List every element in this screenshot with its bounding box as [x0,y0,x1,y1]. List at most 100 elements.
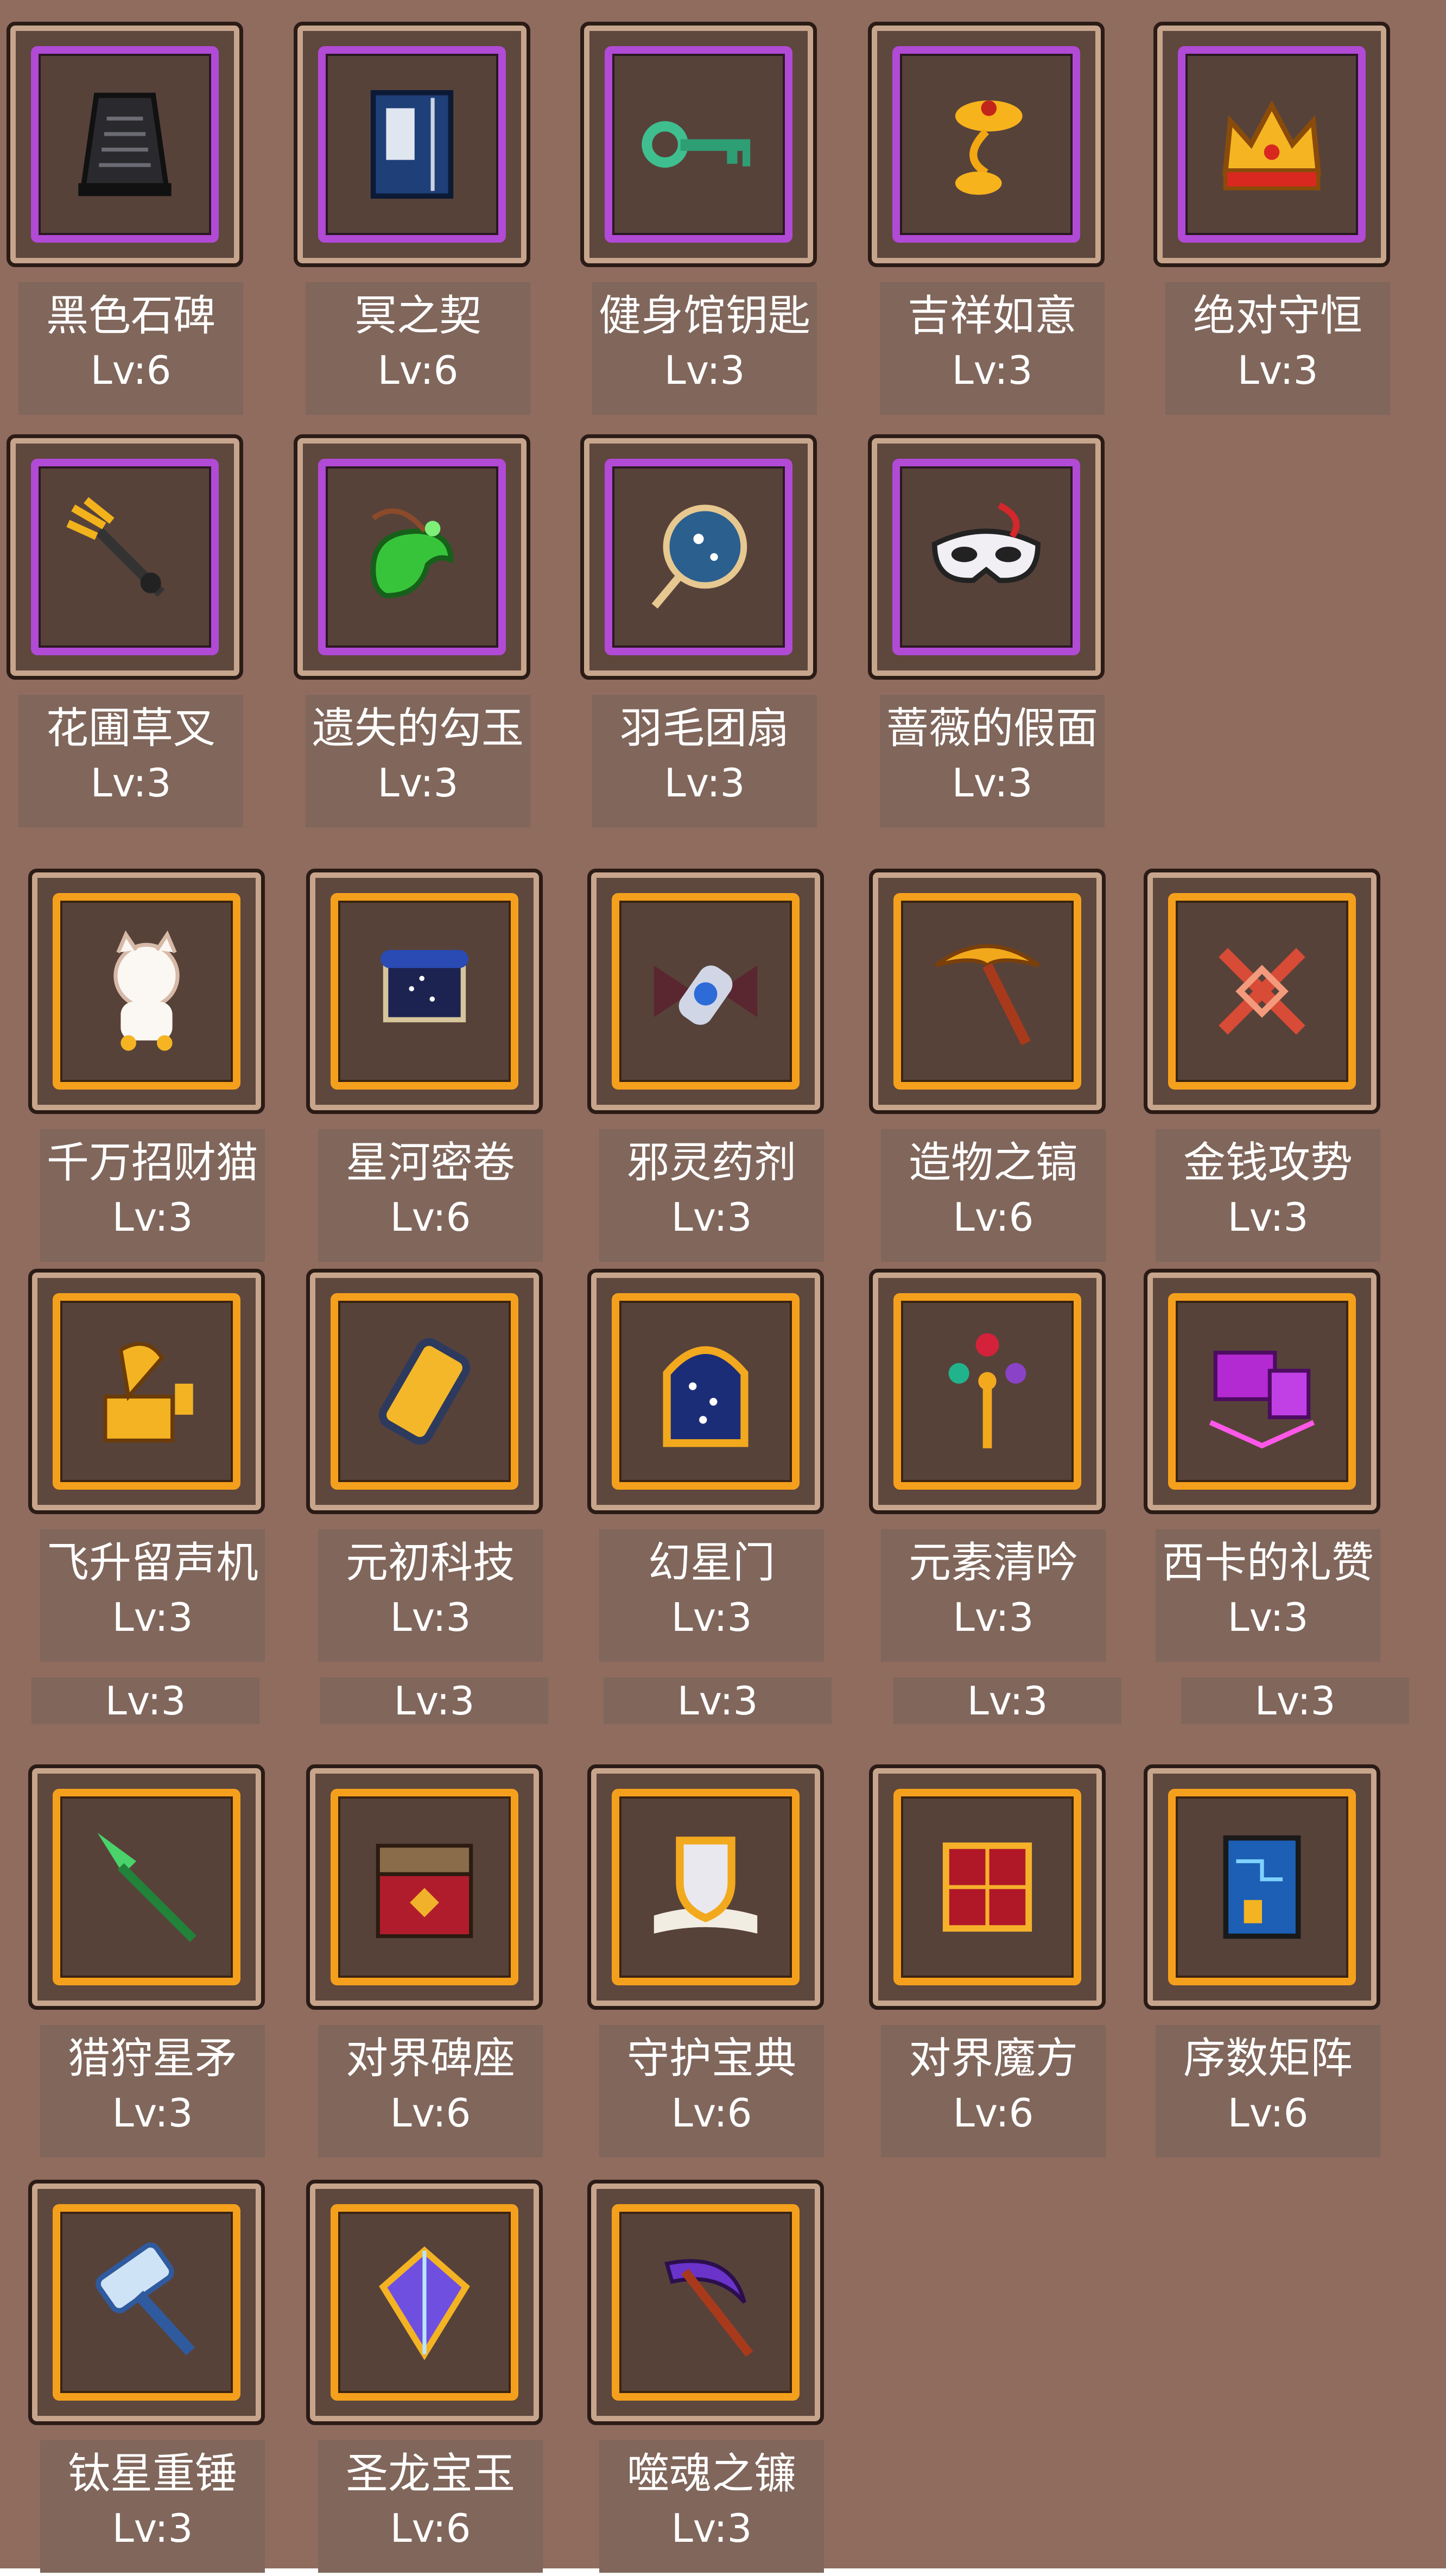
item-slot[interactable]: 千万招财猫 Lv:3 [28,869,265,1265]
item-slot[interactable]: 对界魔方 Lv:6 [869,1764,1106,2161]
item-slot[interactable]: 元初科技 Lv:3 [306,1269,543,1665]
item-frame[interactable] [28,1764,265,2010]
item-frame[interactable] [28,869,265,1114]
item-level: Lv:3 [1227,1194,1309,1240]
item-label: 圣龙宝玉 Lv:6 [318,2440,543,2573]
item-frame[interactable] [7,22,243,267]
lucky-cat-icon [82,922,211,1060]
item-slot[interactable]: 蔷薇的假面 Lv:3 [868,434,1105,831]
item-slot[interactable]: 吉祥如意 Lv:3 [868,22,1105,418]
item-frame[interactable] [306,1764,543,2010]
item-slot[interactable]: 序数矩阵 Lv:6 [1144,1764,1380,2161]
item-frame[interactable] [869,869,1106,1114]
item-frame[interactable] [868,434,1105,680]
item-frame[interactable] [1144,1269,1380,1514]
item-frame[interactable] [294,22,530,267]
item-slot[interactable]: 星河密卷 Lv:6 [306,869,543,1265]
circuit-card-icon [1197,1818,1327,1956]
item-frame-inner [612,1789,800,1985]
item-name: 元初科技 [345,1539,515,1587]
item-slot[interactable]: 冥之契 Lv:6 [294,22,530,418]
item-label: 健身馆钥匙 Lv:3 [592,282,817,415]
item-label: 千万招财猫 Lv:3 [40,1129,265,1262]
item-frame-inner [605,46,792,243]
item-frame[interactable] [580,434,817,680]
item-level: Lv:3 [90,760,172,806]
item-name: 金钱攻势 [1183,1138,1353,1187]
item-slot[interactable]: 黑色石碑 Lv:6 [7,22,243,418]
item-label: 元初科技 Lv:3 [318,1529,543,1662]
item-slot[interactable]: 钛星重锤 Lv:3 [28,2180,265,2576]
item-frame-inner [31,459,219,655]
item-frame[interactable] [294,434,530,680]
extra-level-1: Lv:3 [31,1678,259,1724]
item-frame[interactable] [869,1764,1106,2010]
item-level: Lv:6 [390,2505,471,2551]
item-slot[interactable]: 遗失的勾玉 Lv:3 [294,434,530,831]
item-label: 金钱攻势 Lv:3 [1156,1129,1380,1262]
item-slot[interactable]: 飞升留声机 Lv:3 [28,1269,265,1665]
knot-icon [1197,922,1327,1060]
item-frame[interactable] [587,1269,824,1514]
item-label: 冥之契 Lv:6 [306,282,530,415]
item-name: 圣龙宝玉 [345,2450,515,2498]
hammer-icon [82,2233,211,2371]
item-frame[interactable] [1153,22,1390,267]
item-frame-inner [331,1293,518,1490]
item-label: 元素清吟 Lv:3 [881,1529,1106,1662]
item-frame-inner [1168,893,1356,1090]
item-level: Lv:3 [664,347,745,393]
item-slot[interactable]: 花圃草叉 Lv:3 [7,434,243,831]
item-slot[interactable]: 圣龙宝玉 Lv:6 [306,2180,543,2576]
round-fan-icon [634,488,763,626]
item-frame[interactable] [28,1269,265,1514]
pickaxe-icon [923,922,1052,1060]
item-slot[interactable]: 健身馆钥匙 Lv:3 [580,22,817,418]
item-frame[interactable] [1144,869,1380,1114]
item-level: Lv:6 [953,1194,1034,1240]
item-slot[interactable]: 西卡的礼赞 Lv:3 [1144,1269,1380,1665]
item-slot[interactable]: 幻星门 Lv:3 [587,1269,824,1665]
item-frame[interactable] [868,22,1105,267]
item-level: Lv:3 [664,760,745,806]
item-frame-inner [331,1789,518,1985]
item-slot[interactable]: 羽毛团扇 Lv:3 [580,434,817,831]
potion-icon [641,922,770,1060]
item-name: 吉祥如意 [907,292,1077,340]
item-frame[interactable] [587,2180,824,2425]
item-frame[interactable] [580,22,817,267]
item-frame[interactable] [587,1764,824,2010]
item-slot[interactable]: 邪灵药剂 Lv:3 [587,869,824,1265]
item-slot[interactable]: 噬魂之镰 Lv:3 [587,2180,824,2576]
item-label: 遗失的勾玉 Lv:3 [306,695,530,827]
item-frame[interactable] [306,1269,543,1514]
item-slot[interactable]: 绝对守恒 Lv:3 [1153,22,1390,418]
item-frame[interactable] [869,1269,1106,1514]
item-level: Lv:3 [952,347,1033,393]
item-frame[interactable] [587,869,824,1114]
item-slot[interactable]: 对界碑座 Lv:6 [306,1764,543,2161]
item-slot[interactable]: 元素清吟 Lv:3 [869,1269,1106,1665]
item-slot[interactable]: 金钱攻势 Lv:3 [1144,869,1380,1265]
item-frame[interactable] [306,2180,543,2425]
item-label: 飞升留声机 Lv:3 [40,1529,265,1662]
pitchfork-icon [60,488,189,626]
item-label: 邪灵药剂 Lv:3 [599,1129,824,1262]
item-name: 猎狩星矛 [67,2034,237,2083]
item-frame[interactable] [1144,1764,1380,2010]
item-frame[interactable] [306,869,543,1114]
item-level: Lv:6 [671,2090,752,2136]
item-level: Lv:3 [112,1594,193,1640]
item-slot[interactable]: 猎狩星矛 Lv:3 [28,1764,265,2161]
item-frame-inner [31,46,219,243]
item-frame-inner [892,46,1080,243]
item-slot[interactable]: 造物之镐 Lv:6 [869,869,1106,1265]
item-level: Lv:3 [952,760,1033,806]
item-slot[interactable]: 守护宝典 Lv:6 [587,1764,824,2161]
item-frame[interactable] [7,434,243,680]
item-name: 钛星重锤 [67,2450,237,2498]
extra-level-3: Lv:3 [604,1678,832,1724]
item-name: 羽毛团扇 [619,704,789,753]
scroll-icon [360,922,489,1060]
item-frame[interactable] [28,2180,265,2425]
